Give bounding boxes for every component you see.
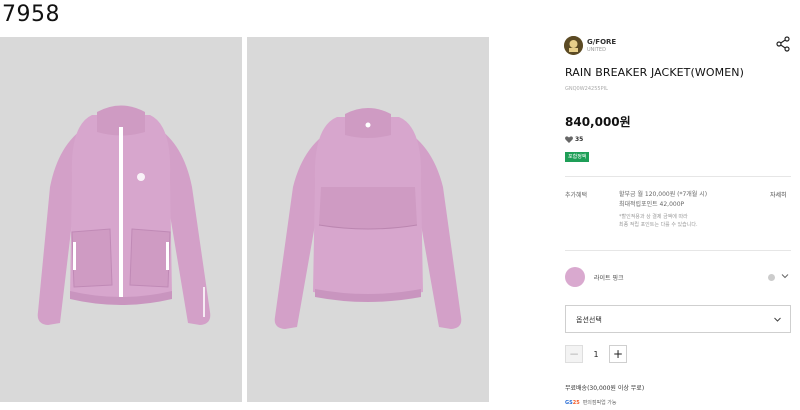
quantity-value: 1 bbox=[593, 349, 599, 359]
share-icon[interactable] bbox=[775, 36, 791, 52]
benefits-note: *할인적용과 상 결제 금액에 따라 최종 적립 포인트는 다를 수 있습니다. bbox=[619, 213, 707, 229]
like-button[interactable]: 35 bbox=[565, 136, 583, 143]
option-select[interactable]: 옵션선택 bbox=[565, 305, 791, 333]
points-text: 최대적립포인트 42,000P bbox=[619, 201, 685, 208]
product-image-front[interactable] bbox=[0, 37, 242, 402]
pickup-text: 편의점픽업 가능 bbox=[582, 400, 617, 406]
brand-logo bbox=[564, 36, 583, 55]
product-image-back[interactable] bbox=[247, 37, 489, 402]
benefits-note-line1: *할인적용과 상 결제 금액에 따라 bbox=[619, 214, 688, 220]
benefits-detail: 할부금 월 120,000원 (*7개월 시) 최대적립포인트 42,000P … bbox=[619, 190, 707, 229]
brand-name: G/FORE bbox=[587, 37, 617, 46]
likes-count: 35 bbox=[575, 136, 584, 143]
benefits-note-line2: 최종 적립 포인트는 다를 수 있습니다. bbox=[619, 222, 698, 228]
pickup-info: GS25 편의점픽업 가능 bbox=[565, 399, 617, 407]
color-swatch[interactable] bbox=[565, 267, 585, 287]
jacket-front-illustration bbox=[37, 105, 211, 325]
color-option-row: 라이트 핑크 bbox=[565, 266, 791, 288]
divider bbox=[565, 250, 791, 251]
product-code: GNQ0W24255PIL bbox=[565, 86, 608, 92]
brand-subtitle: UNITED bbox=[587, 46, 606, 53]
chevron-down-icon[interactable] bbox=[781, 272, 789, 280]
gs25-logo: GS25 bbox=[565, 399, 580, 406]
installment-text: 할부금 월 120,000원 (*7개월 시) bbox=[619, 191, 708, 198]
option-select-label: 옵션선택 bbox=[576, 316, 602, 324]
color-label: 라이트 핑크 bbox=[594, 274, 624, 282]
product-price: 840,000원 bbox=[565, 115, 631, 129]
quantity-increase-button[interactable]: + bbox=[609, 345, 627, 363]
quantity-stepper: − 1 + bbox=[565, 345, 627, 363]
brand[interactable]: G/FORE UNITED bbox=[564, 36, 616, 55]
page-number: 7958 bbox=[2, 2, 60, 27]
quantity-decrease-button[interactable]: − bbox=[565, 345, 583, 363]
divider bbox=[565, 176, 791, 177]
product-title: RAIN BREAKER JACKET(WOMEN) bbox=[565, 66, 744, 79]
chevron-down-icon bbox=[774, 317, 781, 322]
status-badge: 포함정액 bbox=[565, 152, 590, 162]
jacket-back-illustration bbox=[274, 108, 462, 329]
shipping-info: 무료배송(30,000원 이상 무료) bbox=[565, 385, 645, 392]
benefits-detail-link[interactable]: 자세히 bbox=[770, 190, 787, 199]
color-dot[interactable] bbox=[768, 274, 775, 281]
heart-icon bbox=[565, 136, 573, 143]
benefits-label: 추가혜택 bbox=[565, 192, 588, 199]
